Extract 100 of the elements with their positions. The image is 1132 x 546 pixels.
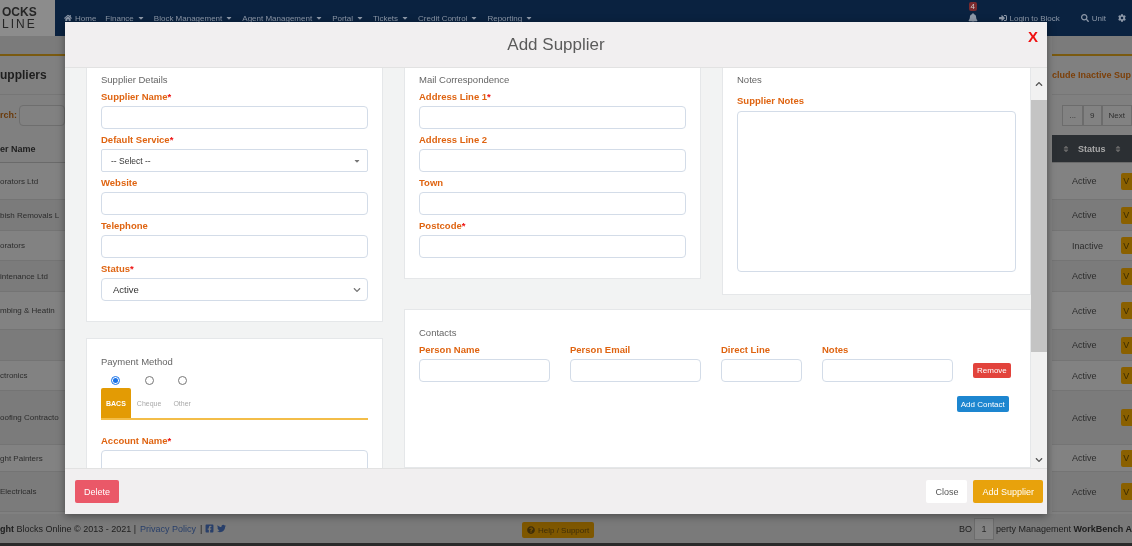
text-field[interactable] [419,149,686,172]
add-contact-button[interactable]: Add Contact [956,396,1009,412]
section-title: Contacts [419,326,458,339]
nav-link[interactable]: Block Management [153,13,234,23]
field-label: Direct Line [721,343,772,356]
page-field[interactable]: 1 [973,517,994,540]
pagination-link[interactable]: ... [1062,104,1084,126]
footer-text: perty Management WorkBench A [995,523,1132,534]
text-field[interactable] [419,192,686,215]
text-field[interactable] [101,235,368,258]
view-button[interactable]: V [1121,483,1132,500]
radio-button[interactable] [177,376,187,385]
add-supplier-button[interactable]: Add Supplier [973,480,1043,503]
nav-link[interactable]: Portal [332,13,365,23]
view-button[interactable]: V [1121,206,1132,224]
nav-link[interactable]: Home [64,13,97,23]
pagination-link[interactable]: 9 [1083,104,1102,126]
nav-link[interactable]: Reporting [487,13,534,23]
field-label: Postcode* [419,219,467,232]
section-title: Supplier Details [101,73,169,86]
close-button[interactable]: Close [926,480,968,503]
table-cell-text: Active [1072,453,1098,463]
table-cell-text: Active [1072,370,1098,381]
nav-link[interactable]: Unit [1080,13,1106,23]
table-cell: oofing Contracto [0,413,59,422]
table-cell: Electricals [0,487,37,496]
text-field[interactable] [822,359,953,382]
twitter-icon[interactable] [217,524,227,533]
view-button[interactable]: V [1121,172,1132,190]
table-cell-text: Active [1072,210,1098,220]
modal-title: Add Supplier [507,34,605,55]
field-label: Supplier Name* [101,90,173,103]
copyright-text: ght Blocks Online © 2013 - 2021 | [0,523,137,534]
table-cell-text: Active [1072,271,1098,281]
delete-button[interactable]: Delete [75,480,119,503]
nav-link[interactable]: Finance [105,13,145,23]
facebook-icon[interactable] [205,524,215,533]
field-label: Person Email [570,343,632,356]
view-button[interactable]: V [1121,336,1132,354]
service-select[interactable]: -- Select -- [101,149,368,172]
status-select[interactable]: Active [101,278,368,301]
text-field[interactable] [419,106,686,129]
view-button[interactable]: V [1121,267,1132,285]
close-button[interactable]: X [1028,28,1038,45]
home-icon [64,14,72,22]
field-label: Website [101,176,139,189]
search-field[interactable] [19,104,65,126]
field-label: Telephone [101,219,149,232]
chevron-up-icon[interactable] [1035,80,1043,88]
column-header: er Name [0,143,36,154]
search-label: rch: [0,110,17,120]
field-label: Address Line 2 [419,133,489,146]
logo: OCKS LINE [0,0,55,36]
view-button[interactable]: V [1121,409,1132,426]
table-cell-text: Active [1072,176,1098,186]
table-cell: ctronics [0,371,28,380]
field-label: Status* [101,262,135,275]
text-field[interactable] [570,359,701,382]
sort-icon [1113,144,1122,153]
view-button[interactable]: V [1121,367,1132,384]
table-cell-text: Active [1072,305,1098,316]
field-label: Person Name [419,343,481,356]
radio-button[interactable] [144,376,154,385]
view-button[interactable]: V [1121,237,1132,254]
field-label: Default Service* [101,133,175,146]
section-title: Notes [737,73,763,86]
notification-badge: 4 [968,2,977,11]
nav-link[interactable]: Credit Control [418,13,479,23]
field-label: Notes [822,343,850,356]
table-cell: mbing & Heatin [0,306,55,315]
scrollbar-thumb[interactable] [1031,100,1047,352]
chevron-down-icon[interactable] [1035,456,1043,464]
text-field[interactable] [101,192,368,215]
bell-icon[interactable] [967,13,978,23]
notes-field[interactable] [737,111,1016,272]
remove-button[interactable]: Remove [973,363,1011,378]
text-field[interactable] [419,235,686,258]
separator: | [200,523,203,534]
settings-icon[interactable] [1118,14,1126,22]
chevron-down-icon [353,285,361,294]
table-cell: orators Ltd [0,176,39,186]
table-cell: intenance Ltd [0,271,49,281]
privacy-link[interactable]: Privacy Policy [140,523,197,534]
text-field[interactable] [101,106,368,129]
scrollbar[interactable] [1031,68,1047,468]
header-band [0,36,65,56]
text-field[interactable] [101,450,368,468]
text-field[interactable] [419,359,550,382]
search-icon [1080,14,1089,22]
nav-link[interactable]: Tickets [373,13,410,23]
footer-text: BO [958,523,972,534]
view-button[interactable]: V [1121,449,1132,467]
text-field[interactable] [721,359,802,382]
column-header: Status [1078,143,1106,154]
table-cell-text: Active [1072,486,1098,497]
page-heading: uppliers [0,68,47,82]
section-title: Payment Method [101,355,174,368]
pagination-link[interactable]: Next [1101,104,1132,126]
radio-button[interactable] [111,376,121,385]
view-button[interactable]: V [1121,302,1132,319]
